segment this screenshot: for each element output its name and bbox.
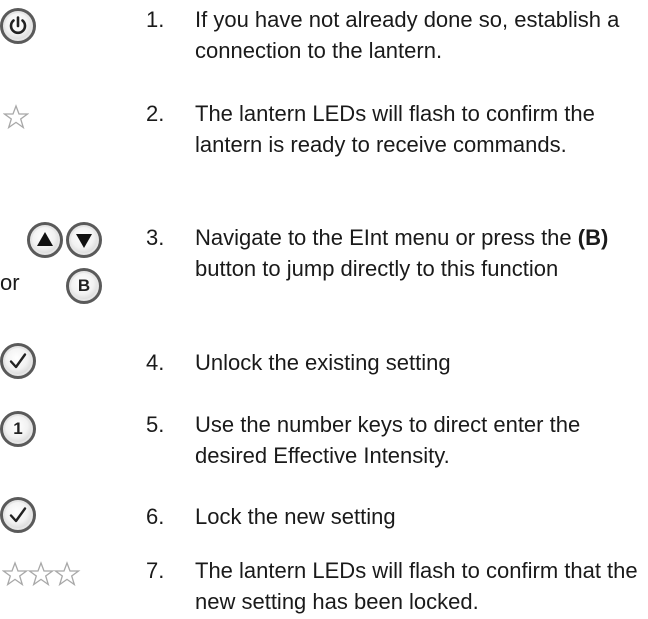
step-7-number: 7.	[146, 558, 165, 583]
step-3: or B 3. Navigate to the EInt menu or pre…	[0, 222, 648, 322]
step-2-text: The lantern LEDs will flash to confirm t…	[195, 101, 595, 157]
step-1-text: If you have not already done so, establi…	[195, 7, 620, 63]
three-stars-icon	[2, 561, 81, 587]
step-1-number: 1.	[146, 7, 165, 32]
step-1: 1. If you have not already done so, esta…	[0, 4, 648, 74]
b-key-reference: (B)	[577, 225, 609, 250]
step-6: 6. Lock the new setting	[0, 497, 648, 541]
step-5: 1 5. Use the number keys to direct enter…	[0, 409, 648, 479]
step-7-text: The lantern LEDs will flash to confirm t…	[195, 558, 638, 614]
step-6-text: Lock the new setting	[195, 504, 396, 529]
number-key-icon: 1	[0, 411, 36, 447]
step-2-number: 2.	[146, 101, 165, 126]
b-key-icon: B	[66, 268, 102, 304]
step-4-number: 4.	[146, 350, 165, 375]
step-2: 2. The lantern LEDs will flash to confir…	[0, 98, 648, 198]
step-4-text: Unlock the existing setting	[195, 350, 451, 375]
step-3-number: 3.	[146, 225, 165, 250]
star-icon	[3, 104, 29, 130]
instruction-page: 1. If you have not already done so, esta…	[0, 0, 648, 619]
step-6-number: 6.	[146, 504, 165, 529]
step-7: 7. The lantern LEDs will flash to confir…	[0, 555, 648, 619]
step-3-text: Navigate to the EInt menu or press the (…	[195, 225, 609, 281]
step-4: 4. Unlock the existing setting	[0, 343, 648, 397]
b-key-letter: B	[77, 276, 91, 295]
up-arrow-key-icon	[27, 222, 63, 258]
number-key-digit: 1	[13, 419, 23, 438]
check-icon	[0, 497, 36, 533]
or-label: or	[0, 270, 20, 295]
step-5-text: Use the number keys to direct enter the …	[195, 412, 581, 468]
power-icon	[0, 8, 36, 44]
step-5-number: 5.	[146, 412, 165, 437]
check-icon	[0, 343, 36, 379]
down-arrow-key-icon	[66, 222, 102, 258]
